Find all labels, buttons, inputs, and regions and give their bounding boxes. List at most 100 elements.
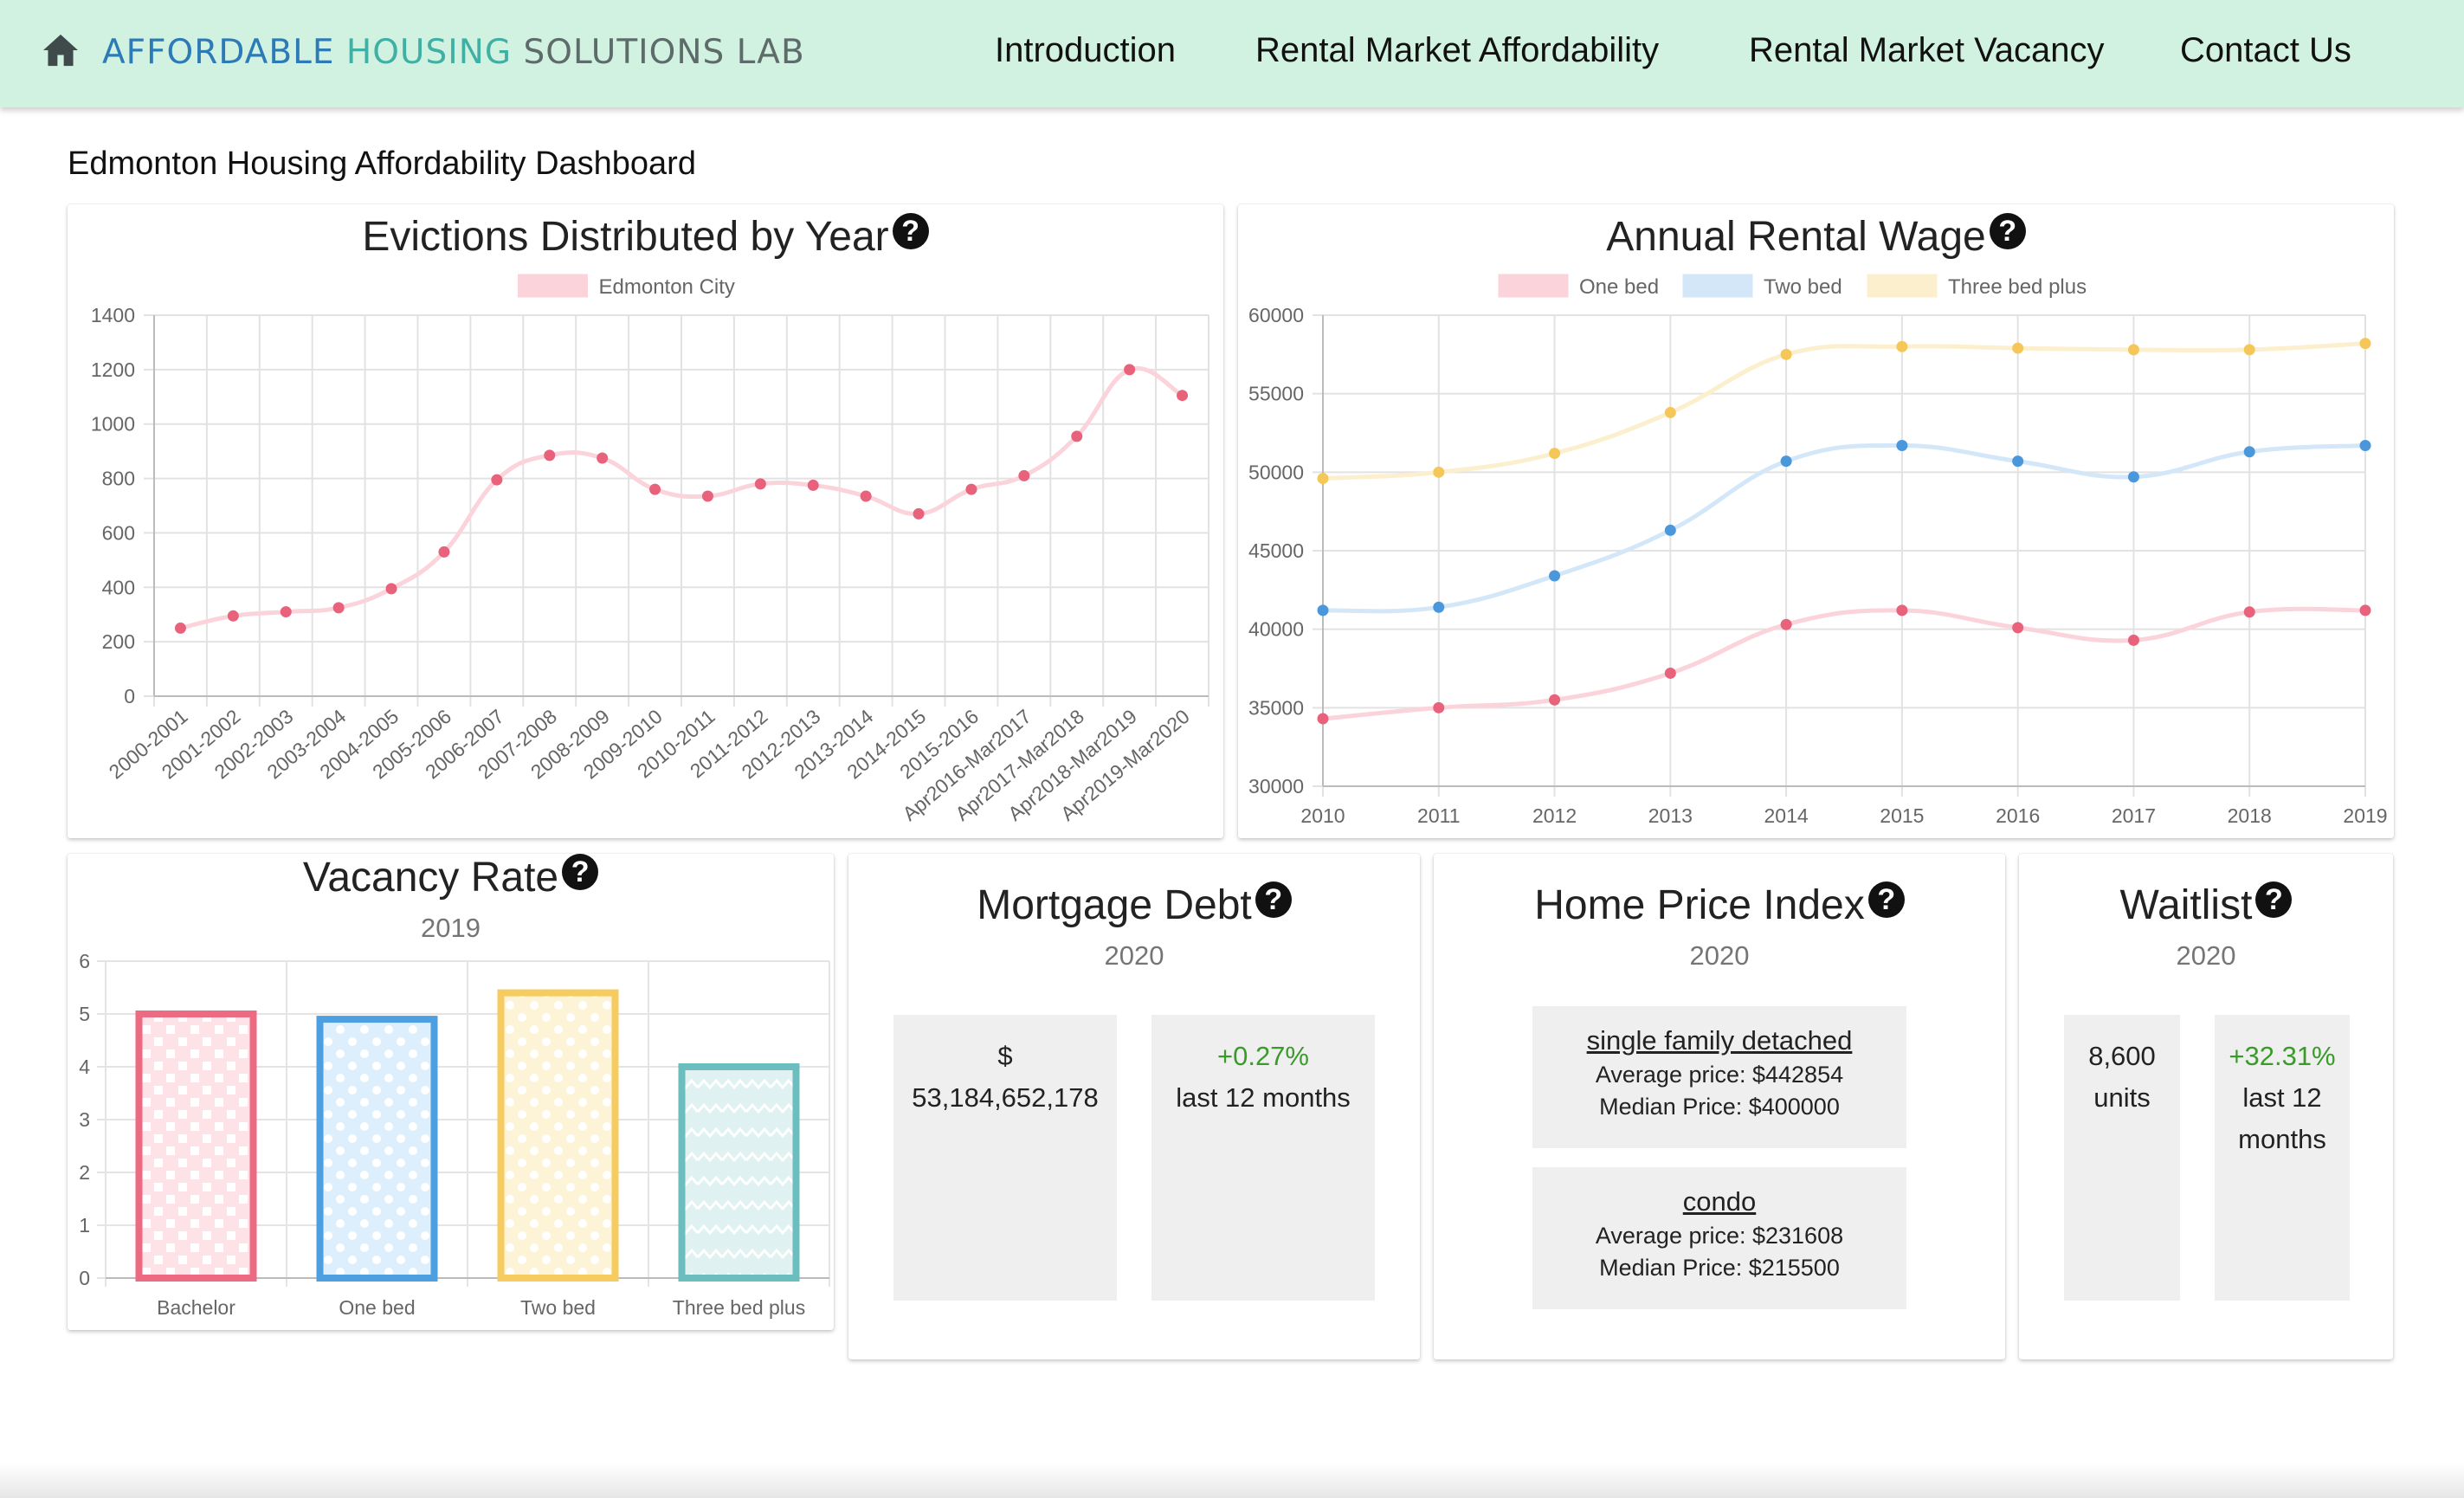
data-point bbox=[913, 507, 925, 520]
nav-rental-market-affordability[interactable]: Rental Market Affordability bbox=[1255, 31, 1659, 70]
hpi-item: single family detached Average price: $4… bbox=[1532, 1006, 1906, 1148]
hpi-title-text: Home Price Index bbox=[1534, 882, 1865, 928]
data-point bbox=[807, 479, 819, 491]
help-icon[interactable]: ? bbox=[1867, 881, 1905, 918]
x-tick-label: 2012 bbox=[1532, 804, 1577, 827]
mortgage-title: Mortgage Debt? bbox=[848, 881, 1420, 929]
data-point bbox=[1664, 524, 1676, 536]
series-line bbox=[1322, 606, 2366, 721]
hpi-item-median: Median Price: $215500 bbox=[1599, 1255, 1840, 1281]
waitlist-period-line1: last 12 bbox=[2242, 1082, 2322, 1113]
data-point bbox=[2127, 634, 2139, 646]
help-icon[interactable]: ? bbox=[1255, 881, 1292, 918]
x-tick-label: 2016 bbox=[1996, 804, 2040, 827]
y-tick-label: 800 bbox=[102, 468, 135, 490]
data-point bbox=[2243, 446, 2255, 458]
mortgage-title-text: Mortgage Debt bbox=[977, 882, 1252, 928]
nav-rental-market-vacancy[interactable]: Rental Market Vacancy bbox=[1749, 31, 2105, 70]
dashboard-title: Edmonton Housing Affordability Dashboard bbox=[68, 145, 696, 182]
brand-title[interactable]: AFFORDABLE HOUSING SOLUTIONS LAB bbox=[102, 33, 805, 72]
y-tick-label: 45000 bbox=[1248, 539, 1304, 562]
data-point bbox=[1549, 570, 1561, 582]
y-tick-label: 30000 bbox=[1248, 775, 1304, 797]
x-tick-label: 2017 bbox=[2112, 804, 2156, 827]
hpi-item-median: Median Price: $400000 bbox=[1599, 1094, 1840, 1120]
data-point bbox=[385, 583, 397, 595]
nav-contact-us[interactable]: Contact Us bbox=[2180, 31, 2351, 70]
brand-word-solutions-lab: SOLUTIONS LAB bbox=[523, 33, 805, 72]
series-line bbox=[1322, 442, 2366, 614]
brand-word-housing: HOUSING bbox=[345, 33, 513, 72]
data-point bbox=[438, 546, 450, 558]
vacancy-chart: 0 1 2 3 4 5 6 Bachelor One bed Two bed Three bed p… bbox=[79, 950, 830, 1319]
hpi-card: Home Price Index? 2020 single family det… bbox=[1434, 854, 2005, 1359]
nav-introduction[interactable]: Introduction bbox=[995, 31, 1176, 70]
legend-swatch bbox=[1867, 274, 1938, 298]
waitlist-count: 8,600 bbox=[2088, 1041, 2156, 1071]
data-point bbox=[1071, 430, 1083, 442]
mortgage-change: +0.27% bbox=[1216, 1041, 1309, 1071]
data-point bbox=[1664, 667, 1676, 679]
mortgage-amount-box: $ 53,184,652,178 bbox=[893, 1015, 1117, 1301]
data-point bbox=[1317, 713, 1329, 725]
data-point bbox=[2012, 622, 2024, 634]
x-tick-label: One bed bbox=[339, 1296, 415, 1319]
data-point bbox=[1549, 448, 1561, 460]
hpi-item-name[interactable]: single family detached bbox=[1532, 1025, 1906, 1056]
page-bottom-edge bbox=[0, 1463, 2464, 1498]
data-point bbox=[2127, 471, 2139, 483]
data-point bbox=[1780, 348, 1792, 360]
x-tick-label: Two bed bbox=[520, 1296, 596, 1319]
y-tick-label: 60000 bbox=[1248, 304, 1304, 326]
y-tick-label: 4 bbox=[79, 1056, 90, 1078]
x-tick-label: 2018 bbox=[2228, 804, 2272, 827]
data-point bbox=[2359, 604, 2371, 617]
y-tick-label: 0 bbox=[124, 685, 135, 707]
data-point bbox=[1780, 455, 1792, 468]
data-point bbox=[1317, 604, 1329, 617]
home-icon[interactable] bbox=[42, 33, 80, 68]
data-point bbox=[701, 490, 713, 502]
legend-swatch bbox=[1682, 274, 1753, 298]
legend-label: Two bed bbox=[1764, 275, 1842, 299]
legend-label: Edmonton City bbox=[599, 275, 735, 299]
waitlist-count-box: 8,600 units bbox=[2064, 1015, 2180, 1301]
waitlist-year: 2020 bbox=[2176, 940, 2236, 971]
data-point bbox=[860, 490, 872, 502]
data-point bbox=[332, 602, 345, 614]
x-tick-label: Bachelor bbox=[157, 1296, 235, 1319]
help-icon[interactable]: ? bbox=[2255, 881, 2293, 918]
mortgage-year: 2020 bbox=[1104, 940, 1164, 971]
evictions-chart: 02004006008001000120014002000-20012001-2… bbox=[91, 274, 1209, 825]
data-point bbox=[1433, 601, 1445, 613]
legend-label: One bed bbox=[1579, 275, 1659, 299]
y-tick-label: 1000 bbox=[91, 413, 135, 436]
data-point bbox=[1896, 440, 1908, 452]
x-tick-label: 2019 bbox=[2343, 804, 2387, 827]
evictions-card: Evictions Distributed by Year? 0 200 400 60… bbox=[68, 204, 1223, 838]
waitlist-card: Waitlist? 2020 8,600 units +32.31% last … bbox=[2019, 854, 2393, 1359]
y-tick-label: 1 bbox=[79, 1214, 90, 1236]
rental-wage-chart: 30000 35000 40000 45000 50000 55000 60000 2010 2… bbox=[1248, 274, 2388, 827]
data-point bbox=[544, 449, 556, 462]
x-tick-label: 2011 bbox=[1417, 804, 1460, 827]
data-point bbox=[2243, 344, 2255, 356]
mortgage-amount: 53,184,652,178 bbox=[912, 1082, 1099, 1113]
legend-swatch bbox=[518, 274, 588, 298]
hpi-item-name[interactable]: condo bbox=[1532, 1186, 1906, 1217]
mortgage-currency: $ bbox=[997, 1041, 1013, 1071]
data-point bbox=[2012, 342, 2024, 354]
y-tick-label: 5 bbox=[79, 1003, 90, 1025]
data-point bbox=[965, 483, 977, 495]
mortgage-period: last 12 months bbox=[1176, 1082, 1351, 1113]
waitlist-title-text: Waitlist bbox=[2119, 882, 2253, 928]
data-point bbox=[1433, 701, 1445, 713]
data-point bbox=[491, 474, 503, 486]
data-point bbox=[597, 452, 609, 464]
waitlist-change-box: +32.31% last 12 months bbox=[2215, 1015, 2350, 1301]
y-tick-label: 1200 bbox=[91, 358, 135, 381]
data-point bbox=[1317, 473, 1329, 485]
waitlist-period-line2: months bbox=[2238, 1124, 2326, 1154]
waitlist-change: +32.31% bbox=[2229, 1041, 2336, 1071]
data-point bbox=[1124, 364, 1136, 376]
